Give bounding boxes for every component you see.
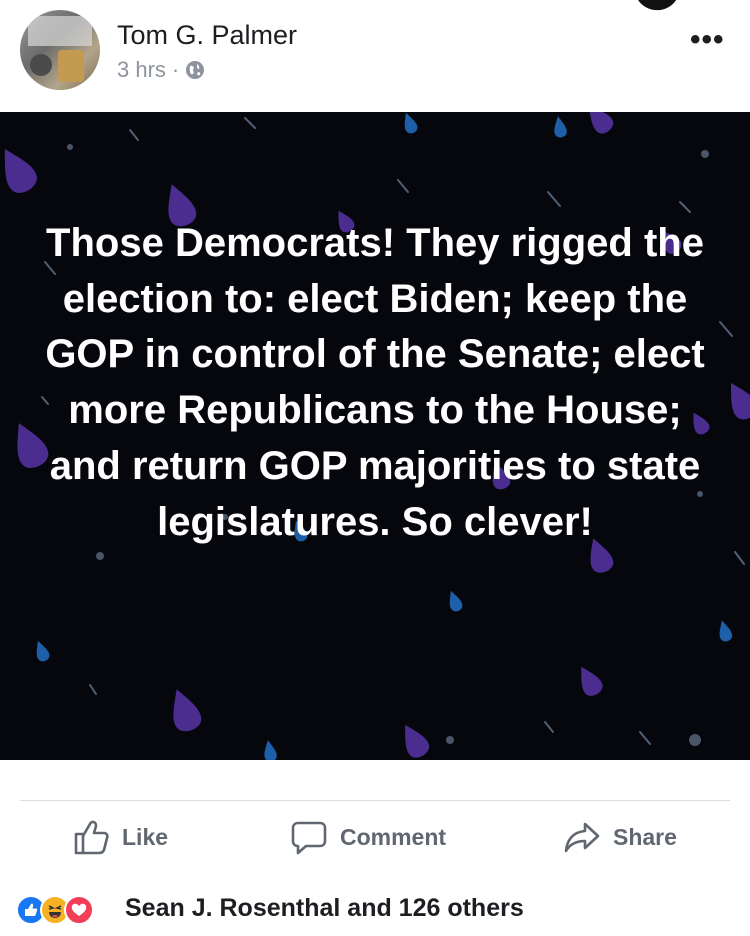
more-options-icon[interactable]: ••• [690,25,725,55]
corner-shape [634,0,684,14]
post-meta: 3 hrs · [117,57,205,83]
share-button[interactable]: Share [563,815,677,859]
reaction-summary[interactable]: Sean J. Rosenthal and 126 others [125,894,524,923]
like-button[interactable]: Like [72,815,168,859]
comment-bubble-icon [291,821,327,855]
comment-button[interactable]: Comment [290,815,446,859]
avatar[interactable] [20,10,100,90]
post-image: Those Democrats! They rigged the electio… [0,112,750,760]
meta-separator: · [171,57,180,82]
love-reaction-icon [64,895,94,925]
share-arrow-icon [564,822,600,853]
reaction-icons[interactable] [16,890,94,930]
thumbs-up-icon [74,820,109,855]
post-header: Tom G. Palmer 3 hrs · ••• [0,0,750,112]
author-name[interactable]: Tom G. Palmer [117,20,297,51]
comment-label: Comment [340,823,447,850]
like-label: Like [122,823,169,850]
action-divider [20,800,730,801]
post-text: Those Democrats! They rigged the electio… [45,221,705,544]
share-label: Share [613,823,677,850]
globe-icon [186,61,205,79]
timestamp[interactable]: 3 hrs [117,57,166,83]
